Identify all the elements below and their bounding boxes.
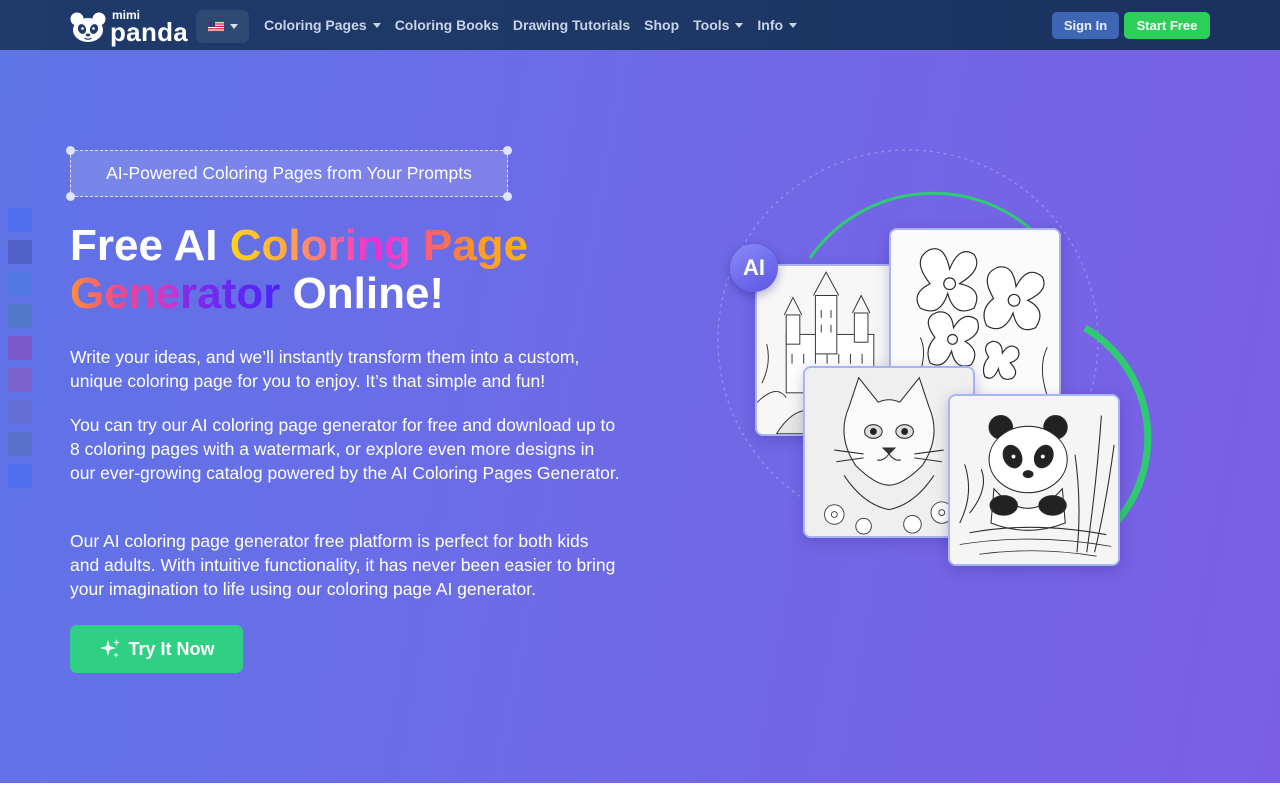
color-swatch[interactable] bbox=[8, 336, 32, 360]
tagline-badge: AI-Powered Coloring Pages from Your Prom… bbox=[66, 146, 512, 201]
chevron-down-icon bbox=[735, 22, 744, 28]
main-nav: Coloring Pages Coloring Books Drawing Tu… bbox=[264, 0, 798, 50]
nav-info[interactable]: Info bbox=[757, 17, 798, 33]
mimi-panda-logo[interactable]: mimi panda bbox=[69, 9, 188, 45]
nav-drawing-tutorials[interactable]: Drawing Tutorials bbox=[513, 17, 630, 33]
color-swatch[interactable] bbox=[8, 272, 32, 296]
nav-coloring-pages-label: Coloring Pages bbox=[264, 17, 367, 33]
selection-handle bbox=[503, 146, 512, 155]
title-highlight-gene: Gene bbox=[70, 269, 181, 318]
color-swatch[interactable] bbox=[8, 400, 32, 424]
title-highlight-coloring: Coloring bbox=[229, 221, 411, 270]
hero-paragraph-1: Write your ideas, and we’ll instantly tr… bbox=[70, 347, 580, 391]
logo-big-text: panda bbox=[110, 17, 189, 47]
title-highlight-page: Page bbox=[410, 221, 529, 270]
nav-coloring-pages[interactable]: Coloring Pages bbox=[264, 17, 381, 33]
color-swatch[interactable] bbox=[8, 368, 32, 392]
nav-shop[interactable]: Shop bbox=[644, 17, 679, 33]
color-swatch[interactable] bbox=[8, 464, 32, 488]
try-it-now-label: Try It Now bbox=[128, 638, 215, 659]
start-free-button[interactable]: Start Free bbox=[1124, 12, 1210, 39]
chevron-down-icon bbox=[229, 24, 238, 29]
title-part-2: Online! bbox=[280, 269, 445, 318]
selection-handle bbox=[503, 192, 512, 201]
chevron-down-icon bbox=[372, 22, 381, 28]
hero-paragraph-3: Our AI coloring page generator free plat… bbox=[70, 531, 616, 599]
panda-image bbox=[950, 396, 1118, 564]
try-it-now-button[interactable]: Try It Now bbox=[70, 625, 243, 673]
nav-info-label: Info bbox=[757, 17, 784, 33]
panda-coloring-page[interactable] bbox=[948, 394, 1120, 566]
ai-badge: AI bbox=[730, 244, 778, 292]
page-title: Free AI Coloring Page Generator Online! bbox=[70, 222, 630, 318]
us-flag-icon bbox=[207, 21, 224, 32]
hero-section: AI-Powered Coloring Pages from Your Prom… bbox=[0, 50, 1280, 783]
tagline-text: AI-Powered Coloring Pages from Your Prom… bbox=[106, 163, 472, 183]
nav-coloring-books[interactable]: Coloring Books bbox=[395, 17, 499, 33]
page-bottom-area bbox=[0, 783, 1280, 800]
selection-handle bbox=[66, 146, 75, 155]
title-highlight-rator: rator bbox=[180, 269, 281, 318]
color-swatch[interactable] bbox=[8, 432, 32, 456]
hero-paragraph-2: You can try our AI coloring page generat… bbox=[70, 415, 620, 483]
language-selector[interactable] bbox=[196, 10, 249, 43]
nav-shop-label: Shop bbox=[644, 17, 680, 33]
panda-logo-icon bbox=[70, 12, 106, 42]
color-swatch-strip bbox=[8, 208, 32, 488]
color-swatch[interactable] bbox=[8, 208, 32, 232]
color-swatch[interactable] bbox=[8, 304, 32, 328]
color-swatch[interactable] bbox=[8, 240, 32, 264]
title-part-1: Free AI bbox=[70, 221, 230, 270]
selection-handle bbox=[66, 192, 75, 201]
sign-in-button[interactable]: Sign In bbox=[1052, 12, 1119, 39]
chevron-down-icon bbox=[789, 22, 798, 28]
sparkles-icon bbox=[100, 639, 121, 658]
nav-drawing-tutorials-label: Drawing Tutorials bbox=[512, 17, 631, 33]
hero-illustration: AI bbox=[715, 148, 1160, 566]
nav-tools-label: Tools bbox=[693, 17, 730, 33]
nav-coloring-books-label: Coloring Books bbox=[394, 17, 499, 33]
nav-tools[interactable]: Tools bbox=[693, 17, 744, 33]
top-navbar: mimi panda Coloring Pages Coloring Books… bbox=[0, 0, 1280, 50]
